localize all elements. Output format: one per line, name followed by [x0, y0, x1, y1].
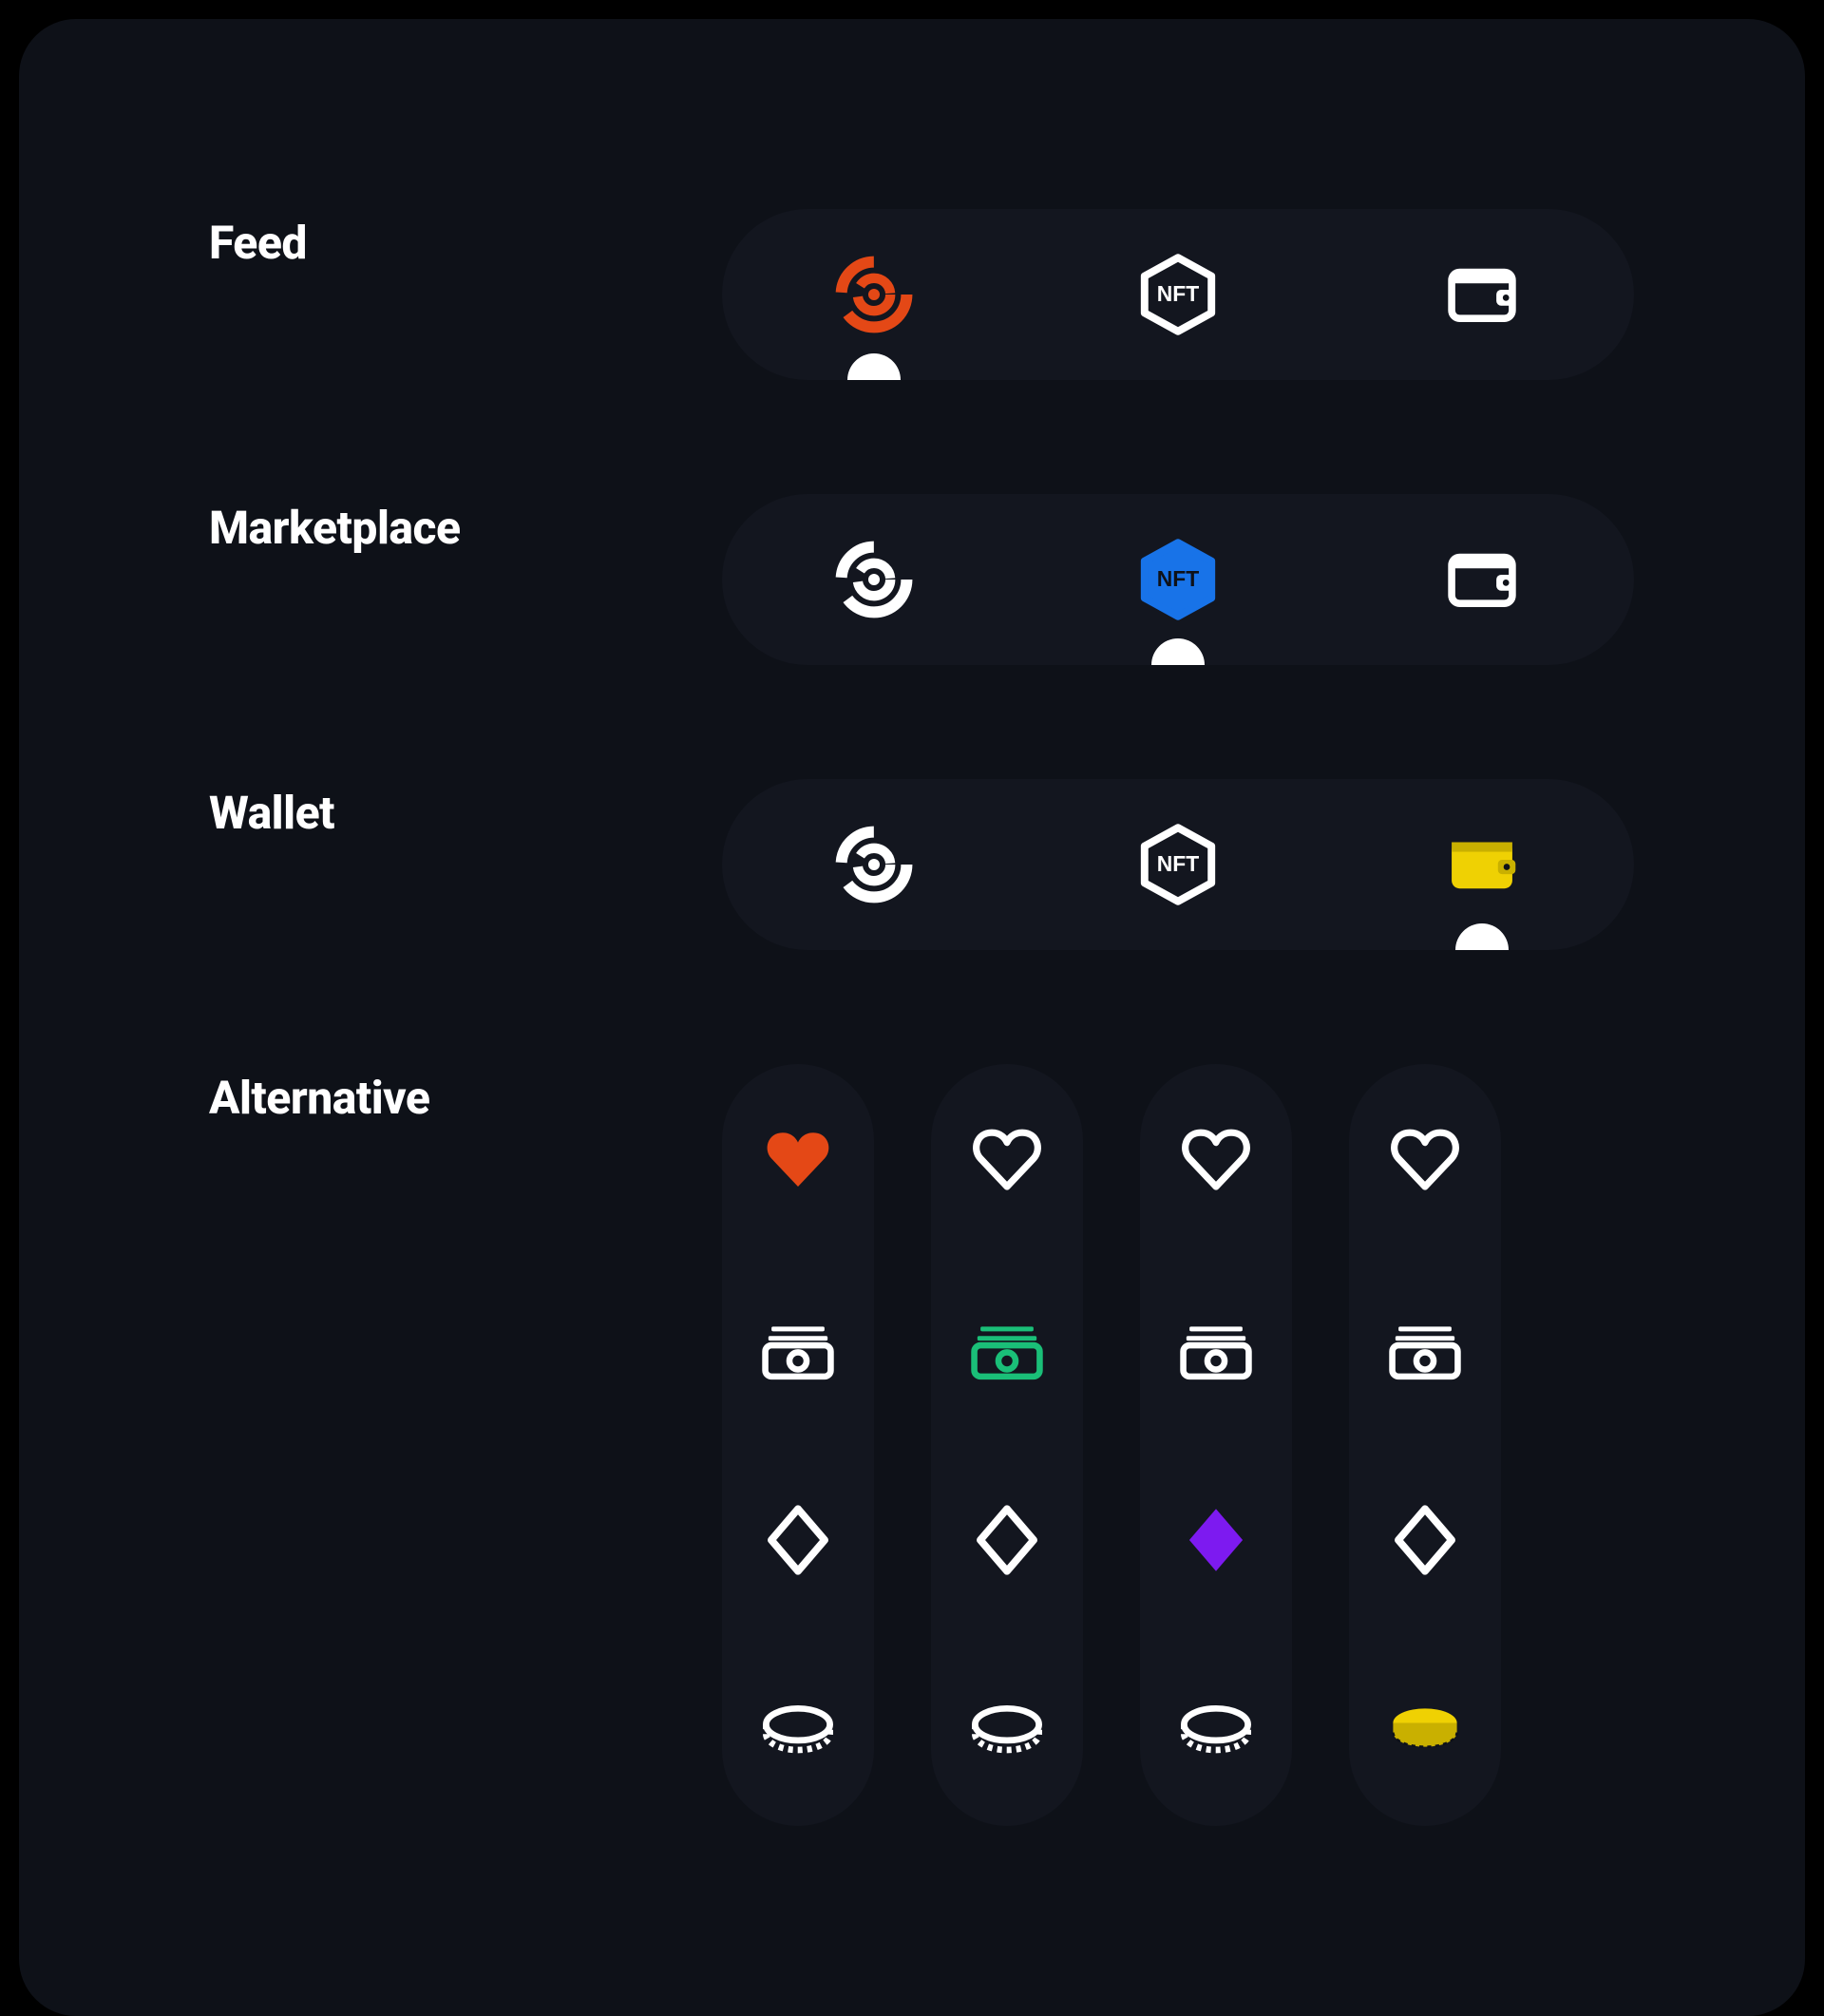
coin-icon[interactable]: [1173, 1687, 1259, 1773]
alt-column-1: [722, 1064, 874, 1826]
coin-icon[interactable]: [964, 1687, 1050, 1773]
heart-icon[interactable]: [1173, 1117, 1259, 1203]
cash-icon[interactable]: [755, 1307, 841, 1393]
diamond-icon[interactable]: [1382, 1497, 1468, 1583]
nft-badge-text: NFT: [1157, 851, 1199, 876]
row-alternative: Alternative: [209, 1064, 1662, 1826]
cash-icon[interactable]: [1382, 1307, 1468, 1393]
row-label-alternative: Alternative: [209, 1064, 608, 1124]
nft-badge-text: NFT: [1157, 281, 1199, 306]
active-indicator: [1151, 638, 1205, 665]
nav-wallet-icon[interactable]: [1434, 817, 1530, 912]
coin-icon[interactable]: [1382, 1687, 1468, 1773]
row-marketplace: Marketplace NFT: [209, 494, 1662, 665]
nav-feed-icon[interactable]: [826, 532, 922, 627]
row-wallet: Wallet NFT: [209, 779, 1662, 950]
nav-feed-icon[interactable]: [826, 247, 922, 342]
nav-pill-feed: NFT: [722, 209, 1634, 380]
nav-nft-icon[interactable]: NFT: [1130, 817, 1226, 912]
heart-icon[interactable]: [964, 1117, 1050, 1203]
nav-wallet-icon[interactable]: [1434, 532, 1530, 627]
diamond-icon[interactable]: [755, 1497, 841, 1583]
nft-badge-text: NFT: [1157, 566, 1199, 591]
nav-feed-icon[interactable]: [826, 817, 922, 912]
cash-icon[interactable]: [1173, 1307, 1259, 1393]
panel: Feed NFT: [19, 19, 1805, 2016]
row-label-wallet: Wallet: [209, 779, 608, 839]
alt-column-3: [1140, 1064, 1292, 1826]
active-indicator: [1455, 923, 1509, 950]
coin-icon[interactable]: [755, 1687, 841, 1773]
heart-icon[interactable]: [1382, 1117, 1468, 1203]
alternative-columns: [722, 1064, 1501, 1826]
alt-column-2: [931, 1064, 1083, 1826]
nav-nft-icon[interactable]: NFT: [1130, 532, 1226, 627]
nav-pill-wallet: NFT: [722, 779, 1634, 950]
row-label-feed: Feed: [209, 209, 608, 269]
row-label-marketplace: Marketplace: [209, 494, 608, 554]
diamond-icon[interactable]: [964, 1497, 1050, 1583]
heart-icon[interactable]: [755, 1117, 841, 1203]
alt-column-4: [1349, 1064, 1501, 1826]
diamond-icon[interactable]: [1173, 1497, 1259, 1583]
nav-nft-icon[interactable]: NFT: [1130, 247, 1226, 342]
cash-icon[interactable]: [964, 1307, 1050, 1393]
nav-pill-marketplace: NFT: [722, 494, 1634, 665]
nav-wallet-icon[interactable]: [1434, 247, 1530, 342]
row-feed: Feed NFT: [209, 209, 1662, 380]
active-indicator: [847, 353, 901, 380]
